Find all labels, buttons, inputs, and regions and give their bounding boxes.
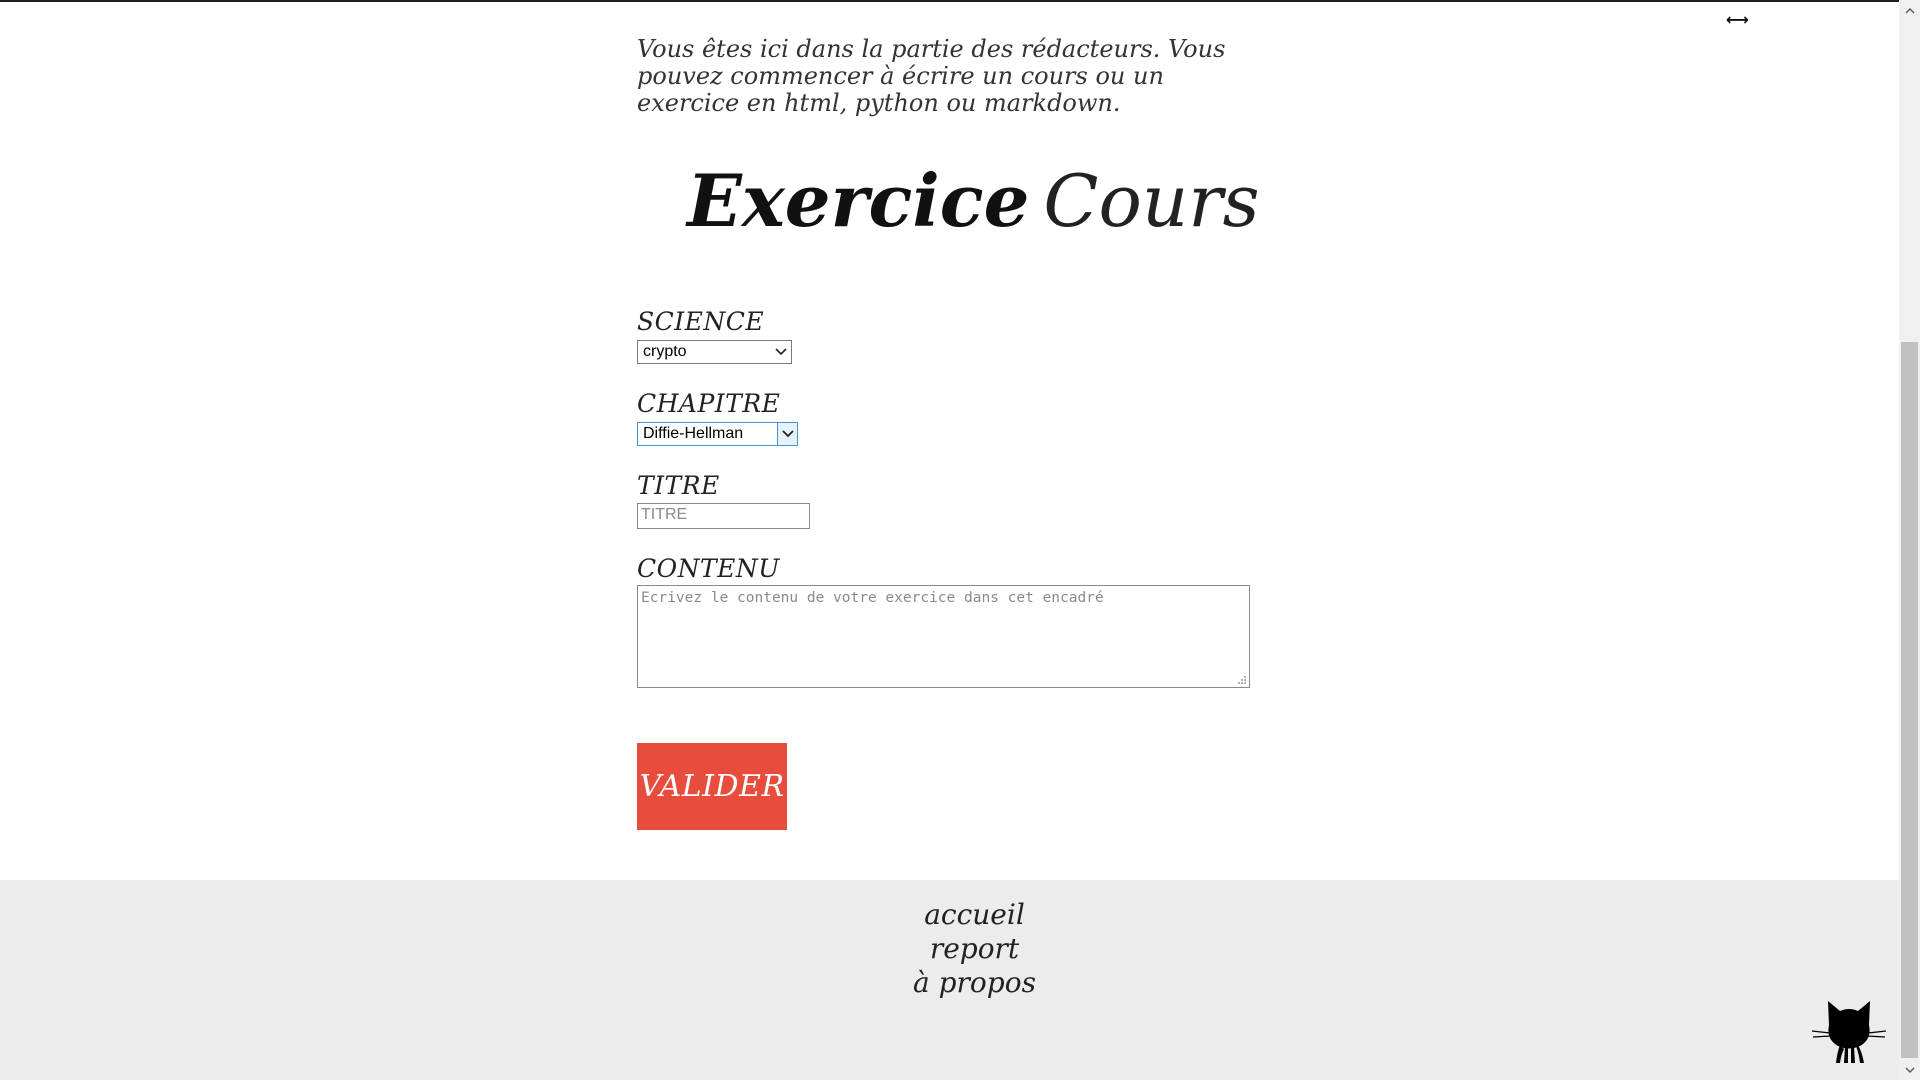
chevron-down-icon (771, 341, 791, 363)
titre-input[interactable]: TITRE (637, 503, 810, 529)
intro-text: Vous êtes ici dans la partie des rédacte… (637, 35, 1226, 117)
contenu-textarea[interactable]: Ecrivez le contenu de votre exercice dan… (637, 585, 1250, 688)
top-border (0, 0, 1899, 2)
contenu-placeholder: Ecrivez le contenu de votre exercice dan… (641, 590, 1104, 606)
footer-nav: accueil report à propos (0, 898, 1920, 1000)
vertical-scrollbar[interactable] (1899, 0, 1920, 1080)
mode-switch: Exercice Cours (687, 158, 1260, 248)
resize-grip-icon[interactable] (1237, 675, 1247, 685)
mode-cours-link[interactable]: Cours (1043, 159, 1259, 243)
scrollbar-thumb[interactable] (1901, 342, 1918, 1058)
science-select[interactable]: crypto (637, 340, 792, 364)
chapitre-label: CHAPITRE (637, 389, 781, 418)
github-octocat-icon[interactable] (1810, 995, 1888, 1065)
footer-link-a-propos[interactable]: à propos (0, 966, 1920, 1000)
chevron-down-icon (777, 423, 797, 445)
scroll-down-icon[interactable] (1899, 1060, 1920, 1080)
valider-button[interactable]: VALIDER (637, 743, 787, 830)
titre-placeholder: TITRE (641, 506, 688, 523)
science-select-value: crypto (643, 343, 687, 360)
titre-label: TITRE (637, 471, 720, 500)
chapitre-select-value: Diffie-Hellman (643, 425, 744, 442)
contenu-label: CONTENU (637, 554, 780, 583)
chapitre-select[interactable]: Diffie-Hellman (637, 422, 798, 446)
science-label: SCIENCE (637, 307, 765, 336)
footer-link-report[interactable]: report (0, 932, 1920, 966)
mode-exercice-link[interactable]: Exercice (687, 158, 1029, 243)
footer: accueil report à propos (0, 880, 1899, 1080)
scroll-up-icon[interactable] (1899, 0, 1920, 20)
footer-link-accueil[interactable]: accueil (0, 898, 1920, 932)
horizontal-resize-icon[interactable]: ⟷ (1726, 10, 1749, 30)
